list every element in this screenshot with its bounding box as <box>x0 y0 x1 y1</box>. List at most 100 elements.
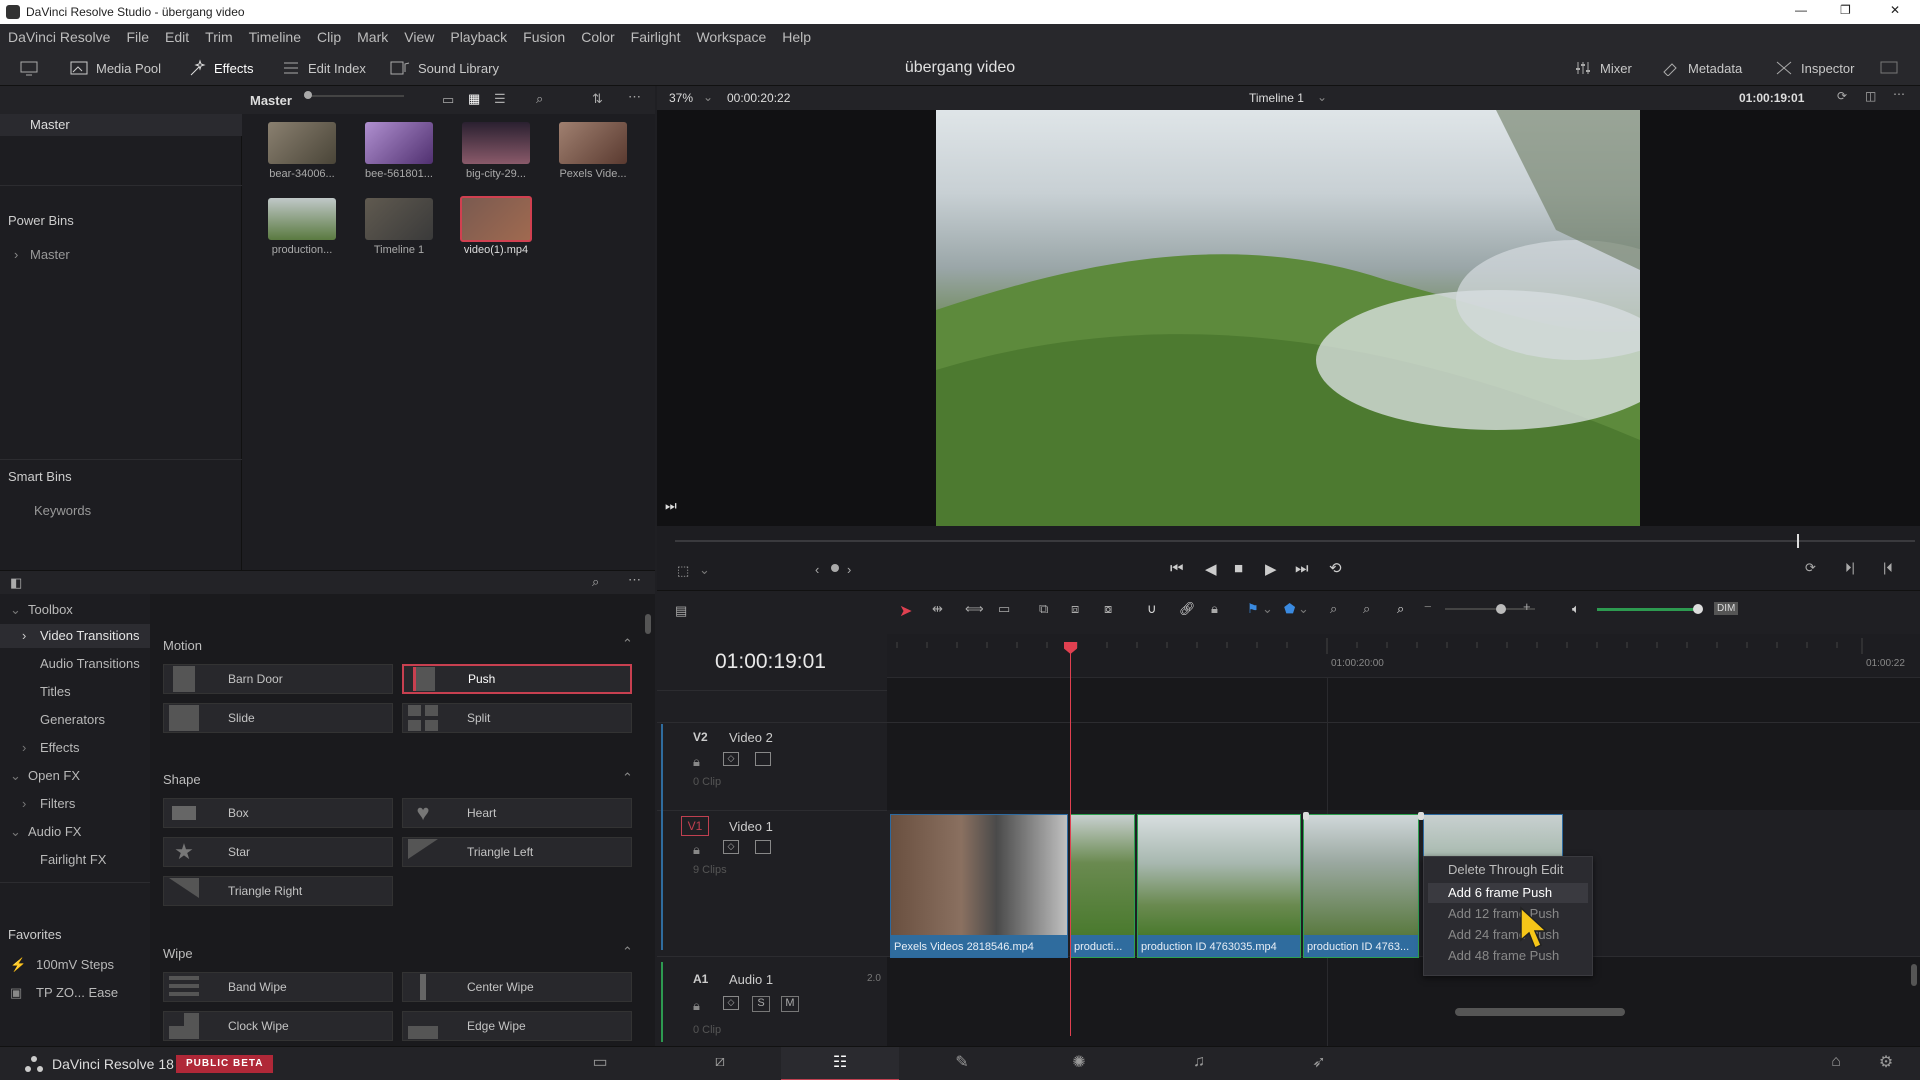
replace-clip-icon[interactable]: ⧇ <box>1104 601 1112 617</box>
menu-view[interactable]: View <box>396 29 442 45</box>
maximize-button[interactable]: ❐ <box>1840 3 1851 17</box>
marker-icon[interactable]: ⬟ <box>1284 601 1295 617</box>
loop-icon[interactable]: ⟲ <box>1329 559 1342 577</box>
track-id-v1[interactable]: V1 <box>681 816 709 836</box>
timeline-zoom-slider[interactable] <box>1445 608 1535 610</box>
transition-clock-wipe[interactable]: Clock Wipe <box>163 1011 393 1041</box>
media-pool-button[interactable]: Media Pool <box>70 50 161 86</box>
timeline-clip[interactable]: producti... <box>1070 814 1135 958</box>
slider-thumb[interactable] <box>304 91 312 99</box>
more-options-icon[interactable]: ⋯ <box>628 89 641 105</box>
play-reverse-icon[interactable]: ◀ <box>1205 560 1217 578</box>
flag-icon[interactable]: ⚑ <box>1247 601 1259 617</box>
cut-page-icon[interactable]: ⧄ <box>708 1050 732 1074</box>
play-icon[interactable]: ▶ <box>1265 560 1277 578</box>
zoom-out-icon[interactable]: − <box>1424 599 1432 614</box>
blade-tool-icon[interactable]: ▭ <box>998 601 1010 617</box>
timeline-clip[interactable]: Pexels Videos 2818546.mp4 <box>890 814 1068 958</box>
transition-band-wipe[interactable]: Band Wipe <box>163 972 393 1002</box>
menu-timeline[interactable]: Timeline <box>241 29 309 45</box>
zoom-detail-icon[interactable]: ⌕ <box>1363 601 1370 617</box>
chevron-right-icon[interactable]: › <box>847 562 851 577</box>
lock-icon[interactable]: 🔒︎ <box>1211 601 1218 617</box>
transition-split[interactable]: Split <box>402 703 632 733</box>
chevron-right-icon[interactable]: › <box>22 628 26 643</box>
edit-point-handle[interactable] <box>1418 812 1424 820</box>
timeline-ruler[interactable]: 01:00:20:00 01:00:22 <box>887 634 1920 678</box>
chevron-down-icon[interactable]: ⌄ <box>10 602 21 618</box>
edit-index-button[interactable]: Edit Index <box>282 50 366 86</box>
tree-item-filters[interactable]: Filters <box>40 796 75 811</box>
go-to-end-icon[interactable]: ⏭ <box>1295 560 1309 577</box>
tree-item-toolbox[interactable]: Toolbox <box>28 602 73 617</box>
scrubber-playhead[interactable] <box>1797 534 1800 548</box>
mute-button[interactable]: M <box>781 996 799 1012</box>
tree-item-video-transitions[interactable]: Video Transitions <box>40 628 140 643</box>
menu-color[interactable]: Color <box>573 29 622 45</box>
slider-thumb[interactable] <box>1693 604 1703 614</box>
menu-clip[interactable]: Clip <box>309 29 349 45</box>
transition-slide[interactable]: Slide <box>163 703 393 733</box>
chevron-down-icon[interactable]: ⌄ <box>10 824 21 840</box>
deliver-page-icon[interactable]: ➶ <box>1307 1050 1331 1074</box>
auto-select-icon[interactable]: ◇ <box>723 840 739 854</box>
transition-triangle-left[interactable]: Triangle Left <box>402 837 632 867</box>
zoom-level[interactable]: 37% <box>669 91 693 105</box>
clip-thumbnail-selected[interactable] <box>460 196 532 242</box>
timeline-clip[interactable]: production ID 4763... <box>1303 814 1419 958</box>
track-output-icon[interactable] <box>755 840 771 854</box>
chevron-down-icon[interactable]: ⌄ <box>10 768 21 784</box>
track-name[interactable]: Audio 1 <box>729 972 773 987</box>
settings-icon[interactable]: ⚙ <box>1874 1050 1898 1074</box>
home-icon[interactable]: ⌂ <box>1824 1050 1848 1074</box>
transition-center-wipe[interactable]: Center Wipe <box>402 972 632 1002</box>
auto-select-icon[interactable]: ◇ <box>723 996 739 1010</box>
snapping-icon[interactable]: ∪ <box>1147 601 1157 617</box>
power-bin-master[interactable]: Master <box>30 247 70 262</box>
lock-icon[interactable]: 🔒︎ <box>693 842 700 858</box>
view-strip-icon[interactable]: ▭ <box>442 92 454 108</box>
zoom-custom-icon[interactable]: ⌕ <box>1397 601 1404 617</box>
go-to-start-icon[interactable]: ⏮ <box>1170 560 1184 577</box>
media-page-icon[interactable]: ▭ <box>588 1050 612 1074</box>
timeline-selector[interactable]: Timeline 1 <box>1249 91 1304 105</box>
fusion-page-icon[interactable]: ✎ <box>950 1050 974 1074</box>
chevron-down-icon[interactable]: ⌄ <box>1262 601 1273 617</box>
tree-item-audio-fx[interactable]: Audio FX <box>28 824 81 839</box>
mark-out-icon[interactable]: |⏴ <box>1883 560 1893 576</box>
transition-heart[interactable]: ♥ Heart <box>402 798 632 828</box>
menu-playback[interactable]: Playback <box>442 29 515 45</box>
crop-icon[interactable]: ⬚ <box>677 563 689 579</box>
menu-mark[interactable]: Mark <box>349 29 396 45</box>
scrubber-track[interactable] <box>675 540 1915 542</box>
menu-item-delete-through-edit[interactable]: Delete Through Edit <box>1448 862 1563 877</box>
transition-triangle-right[interactable]: Triangle Right <box>163 876 393 906</box>
clip-thumbnail[interactable] <box>559 122 627 164</box>
zoom-full-icon[interactable]: ⌕ <box>1330 601 1337 617</box>
chevron-down-icon[interactable]: ⌄ <box>699 562 710 578</box>
solo-button[interactable]: S <box>752 996 770 1012</box>
sync-icon[interactable]: ⟳ <box>1837 89 1847 103</box>
effects-button[interactable]: Effects <box>188 50 254 86</box>
view-list-icon[interactable]: ☰ <box>494 91 506 107</box>
overwrite-clip-icon[interactable]: ⧈ <box>1071 601 1079 617</box>
chevron-right-icon[interactable]: › <box>22 796 26 811</box>
menu-item-add-6-frame-push[interactable]: Add 6 frame Push <box>1448 885 1552 900</box>
tree-item-audio-transitions[interactable]: Audio Transitions <box>40 656 140 671</box>
layout-icon[interactable] <box>20 50 38 86</box>
volume-slider[interactable] <box>1597 608 1697 611</box>
view-grid-icon[interactable]: ▦ <box>468 91 480 107</box>
menu-workspace[interactable]: Workspace <box>688 29 774 45</box>
clip-thumbnail[interactable] <box>365 122 433 164</box>
play-next-icon[interactable]: ⏭ <box>665 498 677 514</box>
selection-tool-icon[interactable]: ➤ <box>899 601 912 621</box>
zoom-in-icon[interactable]: + <box>1523 599 1531 614</box>
chevron-left-icon[interactable]: ‹ <box>815 562 819 577</box>
fullscreen-icon[interactable] <box>1880 50 1898 86</box>
lock-icon[interactable]: 🔒︎ <box>693 998 700 1014</box>
smart-bin-keywords[interactable]: Keywords <box>34 503 91 518</box>
horizontal-scrollbar[interactable] <box>1455 1008 1625 1016</box>
transition-box[interactable]: Box <box>163 798 393 828</box>
trim-tool-icon[interactable]: ⇹ <box>932 601 943 617</box>
minimize-button[interactable]: — <box>1795 3 1807 17</box>
